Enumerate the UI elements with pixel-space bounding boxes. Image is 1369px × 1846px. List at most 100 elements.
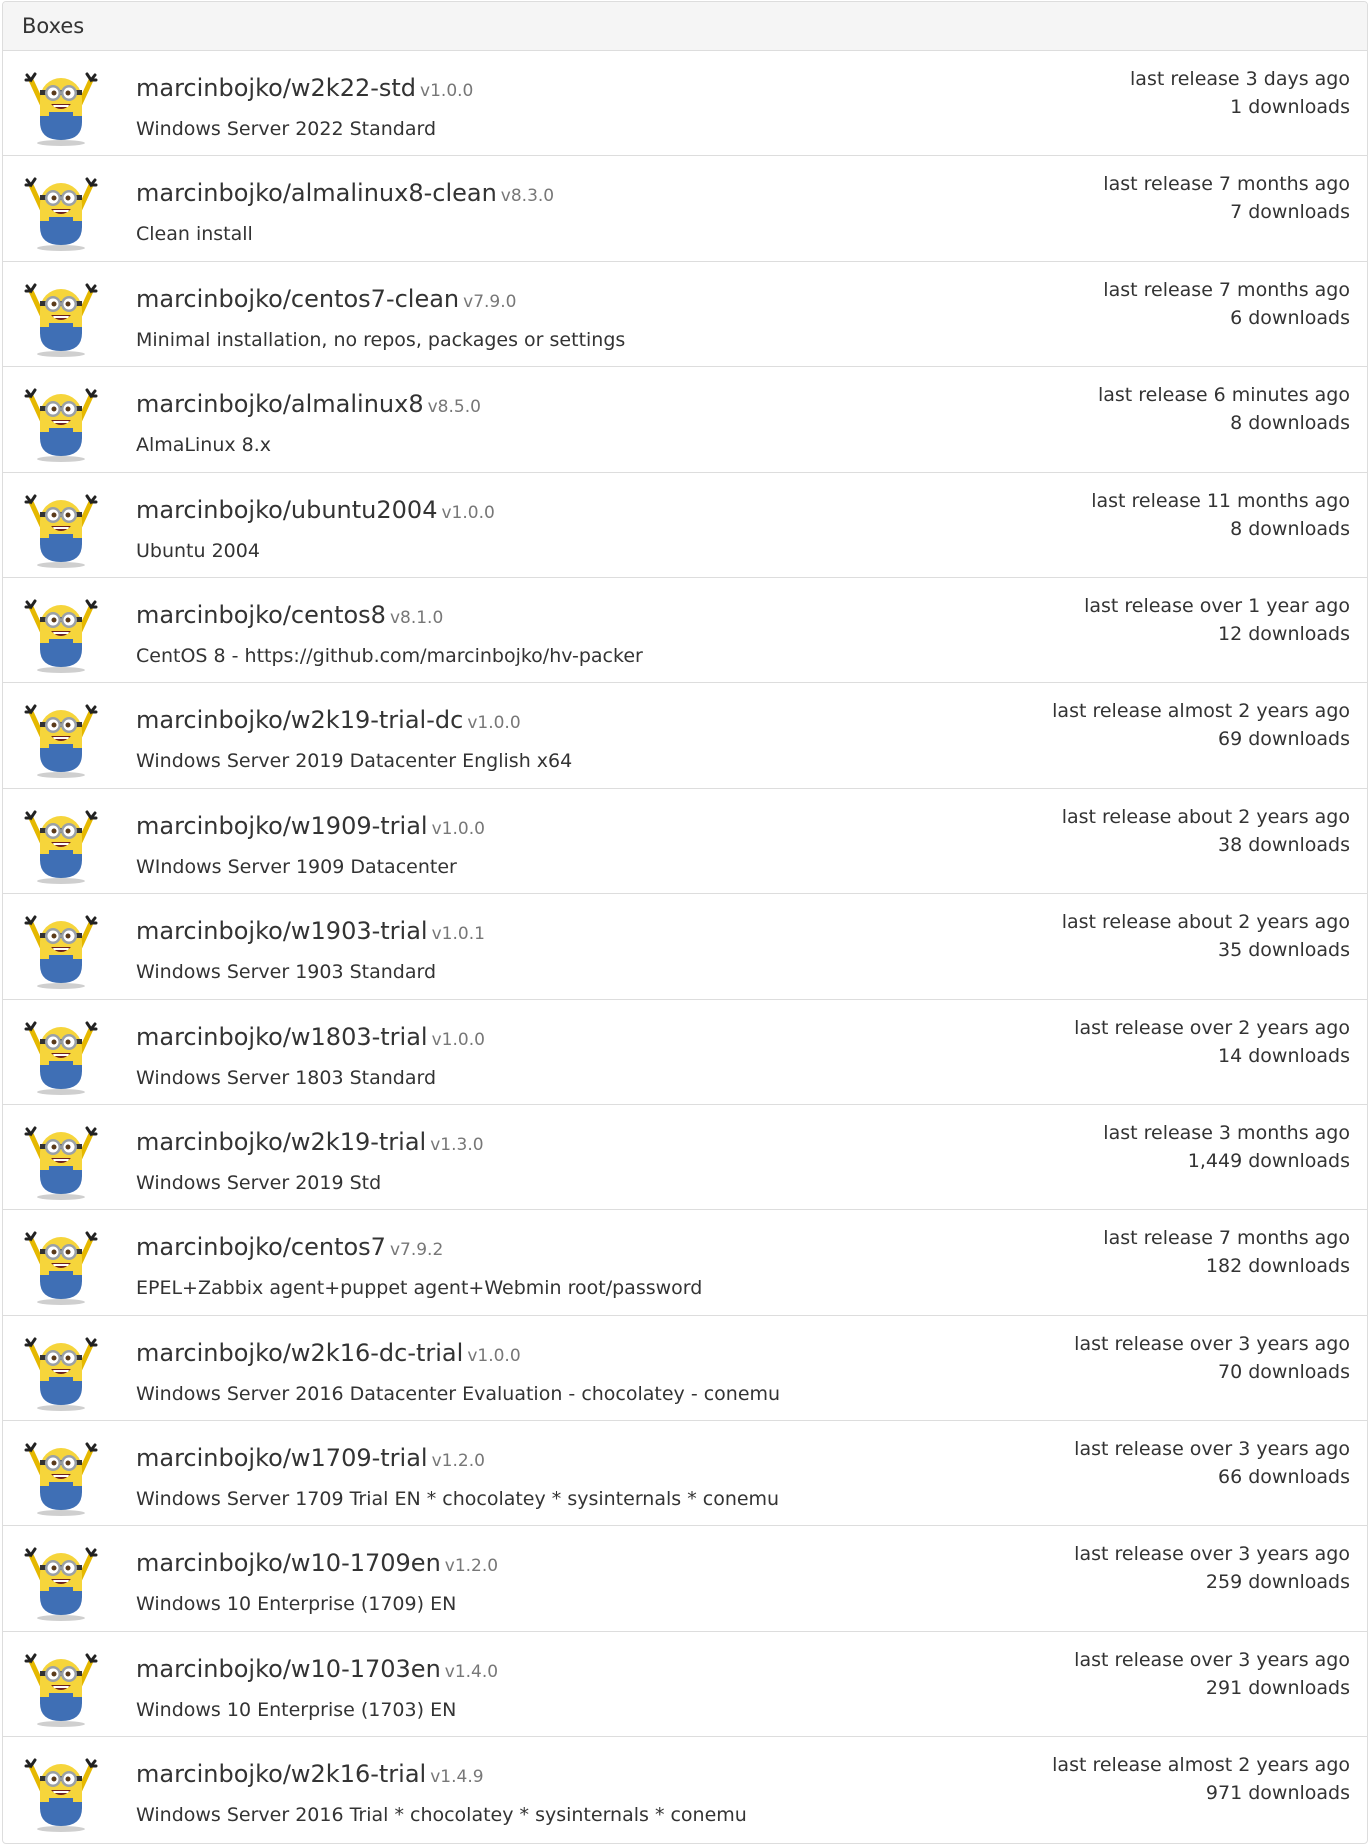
box-meta: last release 6 minutes ago 8 downloads bbox=[1098, 381, 1350, 437]
downloads-count: 1 downloads bbox=[1230, 96, 1350, 118]
boxes-panel: Boxes marcinbojko/w2k22-std v1.0.0 Windo… bbox=[2, 1, 1368, 1844]
box-row[interactable]: marcinbojko/w10-1703en v1.4.0 Windows 10 … bbox=[3, 1632, 1367, 1738]
minion-avatar-icon bbox=[24, 1653, 98, 1727]
box-name-link[interactable]: marcinbojko/w2k19-trial bbox=[136, 1128, 426, 1156]
box-meta: last release 7 months ago 6 downloads bbox=[1103, 276, 1350, 332]
box-description: Windows Server 2019 Std bbox=[136, 1171, 382, 1194]
box-version: v7.9.2 bbox=[389, 1240, 444, 1261]
box-meta: last release over 1 year ago 12 download… bbox=[1084, 592, 1350, 648]
box-meta: last release 3 days ago 1 downloads bbox=[1130, 65, 1350, 121]
minion-avatar-icon bbox=[24, 1021, 98, 1095]
last-release-text: last release over 3 years ago bbox=[1074, 1332, 1350, 1355]
box-name-link[interactable]: marcinbojko/w10-1709en bbox=[136, 1549, 441, 1577]
box-name-link[interactable]: marcinbojko/almalinux8 bbox=[136, 390, 424, 418]
box-meta: last release over 3 years ago 70 downloa… bbox=[1074, 1330, 1350, 1386]
minion-avatar-icon bbox=[24, 1758, 98, 1833]
box-row[interactable]: marcinbojko/w1903-trial v1.0.1 Windows Se… bbox=[3, 894, 1367, 1000]
box-meta: last release 7 months ago 7 downloads bbox=[1103, 170, 1350, 226]
box-version: v1.3.0 bbox=[430, 1134, 484, 1155]
box-version: v8.3.0 bbox=[500, 186, 555, 207]
box-version: v7.9.0 bbox=[463, 291, 517, 312]
box-name-link[interactable]: marcinbojko/w2k19-trial-dc bbox=[136, 706, 463, 734]
box-row[interactable]: marcinbojko/w1803-trial v1.0.0 Windows Se… bbox=[3, 1000, 1367, 1105]
downloads-count: 69 downloads bbox=[1218, 728, 1350, 751]
box-row[interactable]: marcinbojko/centos7 v7.9.2 EPEL+Zabbix ag… bbox=[3, 1210, 1367, 1316]
box-description: Ubuntu 2004 bbox=[136, 539, 260, 562]
box-description: Windows Server 2016 Trial * chocolatey *… bbox=[136, 1804, 747, 1827]
box-description: Windows Server 2022 Standard bbox=[136, 118, 437, 140]
box-name-link[interactable]: marcinbojko/w10-1703en bbox=[136, 1655, 441, 1683]
box-row[interactable]: marcinbojko/w2k22-std v1.0.0 Windows Serv… bbox=[3, 51, 1367, 157]
box-row[interactable]: marcinbojko/w2k16-dc-trial v1.0.0 Windows… bbox=[3, 1316, 1367, 1422]
box-row[interactable]: marcinbojko/w2k19-trial-dc v1.0.0 Windows… bbox=[3, 683, 1367, 789]
box-name-link[interactable]: marcinbojko/w2k22-std bbox=[136, 74, 416, 102]
box-description: Windows Server 2016 Datacenter Evaluatio… bbox=[136, 1382, 781, 1405]
box-version: v1.4.9 bbox=[430, 1767, 484, 1788]
box-description: Clean install bbox=[136, 223, 253, 246]
last-release-text: last release almost 2 years ago bbox=[1052, 700, 1350, 723]
box-row[interactable]: marcinbojko/almalinux8 v8.5.0 AlmaLinux 8… bbox=[3, 367, 1367, 473]
minion-avatar-icon bbox=[24, 1337, 98, 1411]
minion-avatar-icon bbox=[24, 1126, 98, 1200]
box-row[interactable]: marcinbojko/centos7-clean v7.9.0 Minimal … bbox=[3, 262, 1367, 368]
minion-avatar-icon bbox=[24, 494, 98, 568]
downloads-count: 259 downloads bbox=[1205, 1571, 1350, 1594]
minion-avatar-icon bbox=[24, 915, 98, 990]
downloads-count: 6 downloads bbox=[1230, 306, 1350, 329]
box-description: Windows 10 Enterprise (1709) EN bbox=[136, 1593, 457, 1616]
box-version: v8.1.0 bbox=[389, 607, 444, 628]
box-description: Windows 10 Enterprise (1703) EN bbox=[136, 1698, 457, 1721]
downloads-count: 8 downloads bbox=[1230, 412, 1350, 435]
downloads-count: 8 downloads bbox=[1230, 517, 1350, 540]
box-meta: last release 11 months ago 8 downloads bbox=[1091, 487, 1350, 543]
box-description: CentOS 8 - https://github.com/marcinbojk… bbox=[136, 644, 643, 667]
box-name-link[interactable]: marcinbojko/w1803-trial bbox=[136, 1023, 428, 1051]
box-version: v1.4.0 bbox=[444, 1661, 499, 1682]
box-row[interactable]: marcinbojko/ubuntu2004 v1.0.0 Ubuntu 2004… bbox=[3, 473, 1367, 578]
box-description: Windows Server 1903 Standard bbox=[136, 961, 437, 984]
downloads-count: 7 downloads bbox=[1230, 201, 1350, 224]
box-row[interactable]: marcinbojko/w10-1709en v1.2.0 Windows 10 … bbox=[3, 1526, 1367, 1632]
box-meta: last release over 3 years ago 66 downloa… bbox=[1074, 1435, 1350, 1491]
box-row[interactable]: marcinbojko/almalinux8-clean v8.3.0 Clean… bbox=[3, 156, 1367, 262]
box-meta: last release 7 months ago 182 downloads bbox=[1103, 1224, 1350, 1280]
last-release-text: last release 11 months ago bbox=[1091, 489, 1350, 512]
box-name-link[interactable]: marcinbojko/w1909-trial bbox=[136, 812, 428, 840]
box-name-link[interactable]: marcinbojko/centos7-clean bbox=[136, 285, 459, 313]
box-name-link[interactable]: marcinbojko/centos8 bbox=[136, 601, 386, 629]
box-description: AlmaLinux 8.x bbox=[136, 434, 272, 457]
downloads-count: 66 downloads bbox=[1218, 1466, 1350, 1489]
last-release-text: last release 6 minutes ago bbox=[1097, 384, 1350, 407]
box-version: v1.0.1 bbox=[431, 924, 485, 945]
box-version: v1.2.0 bbox=[444, 1556, 499, 1577]
box-name-link[interactable]: marcinbojko/w2k16-trial bbox=[136, 1760, 426, 1788]
box-row[interactable]: marcinbojko/w2k19-trial v1.3.0 Windows Se… bbox=[3, 1105, 1367, 1211]
last-release-text: last release 3 months ago bbox=[1103, 1121, 1350, 1144]
box-row[interactable]: marcinbojko/w1909-trial v1.0.0 WIndows Se… bbox=[3, 789, 1367, 895]
box-name-link[interactable]: marcinbojko/almalinux8-clean bbox=[136, 179, 497, 207]
box-meta: last release over 3 years ago 259 downlo… bbox=[1074, 1540, 1350, 1596]
minion-avatar-icon bbox=[24, 704, 98, 779]
panel-heading: Boxes bbox=[3, 2, 1367, 51]
box-meta: last release over 3 years ago 291 downlo… bbox=[1074, 1646, 1350, 1702]
minion-avatar-icon bbox=[24, 388, 98, 463]
last-release-text: last release 7 months ago bbox=[1103, 1227, 1350, 1250]
box-meta: last release almost 2 years ago 69 downl… bbox=[1052, 697, 1350, 753]
box-description: Windows Server 2019 Datacenter English x… bbox=[136, 750, 573, 773]
box-row[interactable]: marcinbojko/w1709-trial v1.2.0 Windows Se… bbox=[3, 1421, 1367, 1527]
box-row[interactable]: marcinbojko/centos8 v8.1.0 CentOS 8 - htt… bbox=[3, 578, 1367, 684]
box-name-link[interactable]: marcinbojko/w1709-trial bbox=[136, 1444, 428, 1472]
downloads-count: 12 downloads bbox=[1218, 622, 1350, 645]
box-version: v1.0.0 bbox=[431, 818, 485, 839]
box-row[interactable]: marcinbojko/w2k16-trial v1.4.9 Windows Se… bbox=[3, 1737, 1367, 1842]
box-name-link[interactable]: marcinbojko/w1903-trial bbox=[136, 917, 428, 945]
box-name-link[interactable]: marcinbojko/w2k16-dc-trial bbox=[136, 1339, 463, 1367]
last-release-text: last release about 2 years ago bbox=[1061, 911, 1350, 934]
downloads-count: 182 downloads bbox=[1205, 1255, 1350, 1278]
box-version: v1.0.0 bbox=[467, 1345, 521, 1366]
minion-avatar-icon bbox=[24, 283, 98, 357]
minion-avatar-icon bbox=[24, 1231, 98, 1306]
box-name-link[interactable]: marcinbojko/ubuntu2004 bbox=[136, 496, 437, 524]
box-version: v8.5.0 bbox=[427, 397, 481, 418]
box-name-link[interactable]: marcinbojko/centos7 bbox=[136, 1233, 386, 1261]
